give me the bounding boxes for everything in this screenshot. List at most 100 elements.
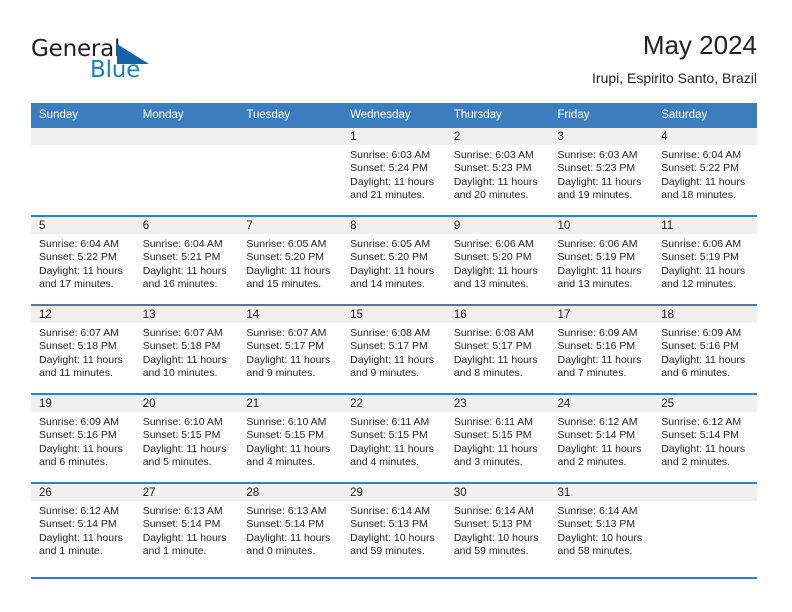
day-details: Sunrise: 6:04 AM Sunset: 5:22 PM Daylight:… <box>653 145 757 203</box>
calendar-day-cell <box>238 126 343 215</box>
day-cell-inner: 28 Sunrise: 6:13 AM Sunset: 5:14 PM Dayligh… <box>238 482 343 571</box>
calendar-day-cell[interactable]: 23 Sunrise: 6:11 AM Sunset: 5:15 PM Dayligh… <box>445 393 550 482</box>
day-cell-inner <box>238 126 343 215</box>
daylight-text-line2: and 11 minutes. <box>39 367 113 380</box>
logo-text-blue: Blue <box>90 57 141 83</box>
day-number: 8 <box>342 217 446 234</box>
daylight-text-line1: Daylight: 10 hours <box>557 531 643 544</box>
day-number: 28 <box>238 484 343 501</box>
calendar-week-row: 12 Sunrise: 6:07 AM Sunset: 5:18 PM Dayligh… <box>31 304 757 393</box>
calendar-day-cell[interactable]: 11 Sunrise: 6:06 AM Sunset: 5:19 PM Dayligh… <box>653 215 757 304</box>
calendar-day-cell[interactable]: 18 Sunrise: 6:09 AM Sunset: 5:16 PM Dayligh… <box>653 304 757 393</box>
day-cell-inner: 23 Sunrise: 6:11 AM Sunset: 5:15 PM Dayligh… <box>445 393 550 482</box>
calendar-day-cell[interactable]: 9 Sunrise: 6:06 AM Sunset: 5:20 PM Daylight… <box>445 215 550 304</box>
calendar-day-cell[interactable]: 27 Sunrise: 6:13 AM Sunset: 5:14 PM Dayligh… <box>134 482 239 571</box>
day-number: 2 <box>445 128 550 145</box>
day-number: 18 <box>653 306 757 323</box>
daylight-text-line2: and 6 minutes. <box>661 367 731 380</box>
calendar-day-cell[interactable]: 2 Sunrise: 6:03 AM Sunset: 5:23 PM Daylight… <box>445 126 550 215</box>
daylight-text-line2: and 14 minutes. <box>350 278 425 291</box>
sunrise-text: Sunrise: 6:03 AM <box>557 149 638 161</box>
day-details: Sunrise: 6:13 AM Sunset: 5:14 PM Daylight:… <box>135 501 239 559</box>
day-details: Sunrise: 6:04 AM Sunset: 5:21 PM Daylight:… <box>135 234 239 292</box>
sunrise-text: Sunrise: 6:13 AM <box>142 505 223 517</box>
sunrise-text: Sunrise: 6:05 AM <box>350 238 431 250</box>
day-number: 23 <box>445 395 550 412</box>
day-number: 25 <box>653 395 757 412</box>
sunset-text: Sunset: 5:23 PM <box>453 162 532 175</box>
calendar-week-row: 5 Sunrise: 6:04 AM Sunset: 5:22 PM Daylight… <box>31 215 757 304</box>
day-cell-inner: 14 Sunrise: 6:07 AM Sunset: 5:17 PM Dayligh… <box>238 304 343 393</box>
daylight-text-line1: Daylight: 11 hours <box>142 442 227 455</box>
calendar-day-cell[interactable]: 10 Sunrise: 6:06 AM Sunset: 5:19 PM Dayligh… <box>549 215 654 304</box>
day-cell-inner: 27 Sunrise: 6:13 AM Sunset: 5:14 PM Dayligh… <box>134 482 239 571</box>
day-cell-inner: 11 Sunrise: 6:06 AM Sunset: 5:19 PM Dayligh… <box>653 215 757 304</box>
sunset-text: Sunset: 5:15 PM <box>350 429 428 442</box>
calendar-day-cell[interactable]: 28 Sunrise: 6:13 AM Sunset: 5:14 PM Dayligh… <box>238 482 343 571</box>
sunset-text: Sunset: 5:14 PM <box>661 429 739 442</box>
day-details <box>653 501 757 505</box>
calendar-day-cell[interactable]: 17 Sunrise: 6:09 AM Sunset: 5:16 PM Dayligh… <box>549 304 654 393</box>
sunset-text: Sunset: 5:20 PM <box>453 251 532 264</box>
page-header: General Blue May 2024 Irupi, Espirito Sa… <box>31 28 757 98</box>
calendar-day-cell[interactable]: 22 Sunrise: 6:11 AM Sunset: 5:15 PM Dayligh… <box>342 393 446 482</box>
calendar-day-cell[interactable]: 14 Sunrise: 6:07 AM Sunset: 5:17 PM Dayligh… <box>238 304 343 393</box>
calendar-day-cell[interactable]: 29 Sunrise: 6:14 AM Sunset: 5:13 PM Dayligh… <box>342 482 446 571</box>
calendar-day-cell[interactable]: 24 Sunrise: 6:12 AM Sunset: 5:14 PM Dayligh… <box>549 393 654 482</box>
day-details <box>31 145 135 149</box>
general-blue-logo[interactable]: General Blue <box>31 36 261 92</box>
calendar-day-cell[interactable]: 15 Sunrise: 6:08 AM Sunset: 5:17 PM Dayligh… <box>342 304 446 393</box>
daylight-text-line1: Daylight: 11 hours <box>246 264 331 277</box>
calendar-day-cell[interactable]: 25 Sunrise: 6:12 AM Sunset: 5:14 PM Dayligh… <box>653 393 757 482</box>
calendar-day-cell[interactable]: 1 Sunrise: 6:03 AM Sunset: 5:24 PM Daylight… <box>342 126 446 215</box>
day-number: 10 <box>549 217 654 234</box>
sunrise-text: Sunrise: 6:09 AM <box>39 416 119 428</box>
calendar-day-cell[interactable]: 13 Sunrise: 6:07 AM Sunset: 5:18 PM Dayligh… <box>134 304 239 393</box>
calendar-day-cell[interactable]: 7 Sunrise: 6:05 AM Sunset: 5:20 PM Daylight… <box>238 215 343 304</box>
sunset-text: Sunset: 5:14 PM <box>39 518 117 531</box>
daylight-text-line2: and 9 minutes. <box>350 367 419 380</box>
daylight-text-line1: Daylight: 10 hours <box>453 531 539 544</box>
day-details: Sunrise: 6:07 AM Sunset: 5:18 PM Daylight:… <box>135 323 239 381</box>
day-number: 22 <box>342 395 446 412</box>
daylight-text-line2: and 1 minute. <box>39 545 103 558</box>
daylight-text-line2: and 2 minutes. <box>661 456 731 469</box>
title-block: May 2024 Irupi, Espirito Santo, Brazil <box>592 28 757 88</box>
daylight-text-line1: Daylight: 11 hours <box>453 442 538 455</box>
sunset-text: Sunset: 5:15 PM <box>453 429 532 442</box>
weekday-header-tuesday: Tuesday <box>238 103 343 126</box>
day-number: 1 <box>342 128 446 145</box>
day-cell-inner: 26 Sunrise: 6:12 AM Sunset: 5:14 PM Dayligh… <box>31 482 135 571</box>
daylight-text-line2: and 4 minutes. <box>246 456 316 469</box>
daylight-text-line1: Daylight: 11 hours <box>142 353 227 366</box>
sunset-text: Sunset: 5:16 PM <box>557 340 636 353</box>
daylight-text-line1: Daylight: 11 hours <box>39 442 123 455</box>
daylight-text-line2: and 5 minutes. <box>142 456 212 469</box>
calendar-day-cell[interactable]: 16 Sunrise: 6:08 AM Sunset: 5:17 PM Dayligh… <box>445 304 550 393</box>
calendar-day-cell[interactable]: 21 Sunrise: 6:10 AM Sunset: 5:15 PM Dayligh… <box>238 393 343 482</box>
calendar-day-cell[interactable]: 19 Sunrise: 6:09 AM Sunset: 5:16 PM Dayligh… <box>31 393 135 482</box>
weekday-header-saturday: Saturday <box>653 103 757 126</box>
day-details: Sunrise: 6:09 AM Sunset: 5:16 PM Daylight:… <box>550 323 654 381</box>
calendar-day-cell[interactable]: 12 Sunrise: 6:07 AM Sunset: 5:18 PM Dayligh… <box>31 304 135 393</box>
calendar-header-row: Sunday Monday Tuesday Wednesday Thursday… <box>31 103 757 126</box>
calendar-day-cell[interactable]: 6 Sunrise: 6:04 AM Sunset: 5:21 PM Daylight… <box>134 215 239 304</box>
weekday-header-wednesday: Wednesday <box>342 103 446 126</box>
calendar-day-cell[interactable]: 4 Sunrise: 6:04 AM Sunset: 5:22 PM Daylight… <box>653 126 757 215</box>
sunrise-text: Sunrise: 6:07 AM <box>39 327 119 339</box>
daylight-text-line1: Daylight: 11 hours <box>350 442 434 455</box>
sunrise-text: Sunrise: 6:14 AM <box>557 505 638 517</box>
daylight-text-line2: and 8 minutes. <box>453 367 523 380</box>
calendar-day-cell[interactable]: 20 Sunrise: 6:10 AM Sunset: 5:15 PM Dayligh… <box>134 393 239 482</box>
calendar-day-cell[interactable]: 5 Sunrise: 6:04 AM Sunset: 5:22 PM Daylight… <box>31 215 135 304</box>
day-details: Sunrise: 6:14 AM Sunset: 5:13 PM Daylight:… <box>342 501 446 559</box>
calendar-day-cell[interactable]: 31 Sunrise: 6:14 AM Sunset: 5:13 PM Dayligh… <box>549 482 654 571</box>
calendar-day-cell[interactable]: 26 Sunrise: 6:12 AM Sunset: 5:14 PM Dayligh… <box>31 482 135 571</box>
calendar-day-cell[interactable]: 8 Sunrise: 6:05 AM Sunset: 5:20 PM Daylight… <box>342 215 446 304</box>
calendar-week-row: 19 Sunrise: 6:09 AM Sunset: 5:16 PM Dayligh… <box>31 393 757 482</box>
calendar-day-cell[interactable]: 30 Sunrise: 6:14 AM Sunset: 5:13 PM Dayligh… <box>445 482 550 571</box>
sunset-text: Sunset: 5:14 PM <box>557 429 636 442</box>
day-cell-inner: 12 Sunrise: 6:07 AM Sunset: 5:18 PM Dayligh… <box>31 304 135 393</box>
day-number: 17 <box>549 306 654 323</box>
calendar-day-cell[interactable]: 3 Sunrise: 6:03 AM Sunset: 5:23 PM Daylight… <box>549 126 654 215</box>
